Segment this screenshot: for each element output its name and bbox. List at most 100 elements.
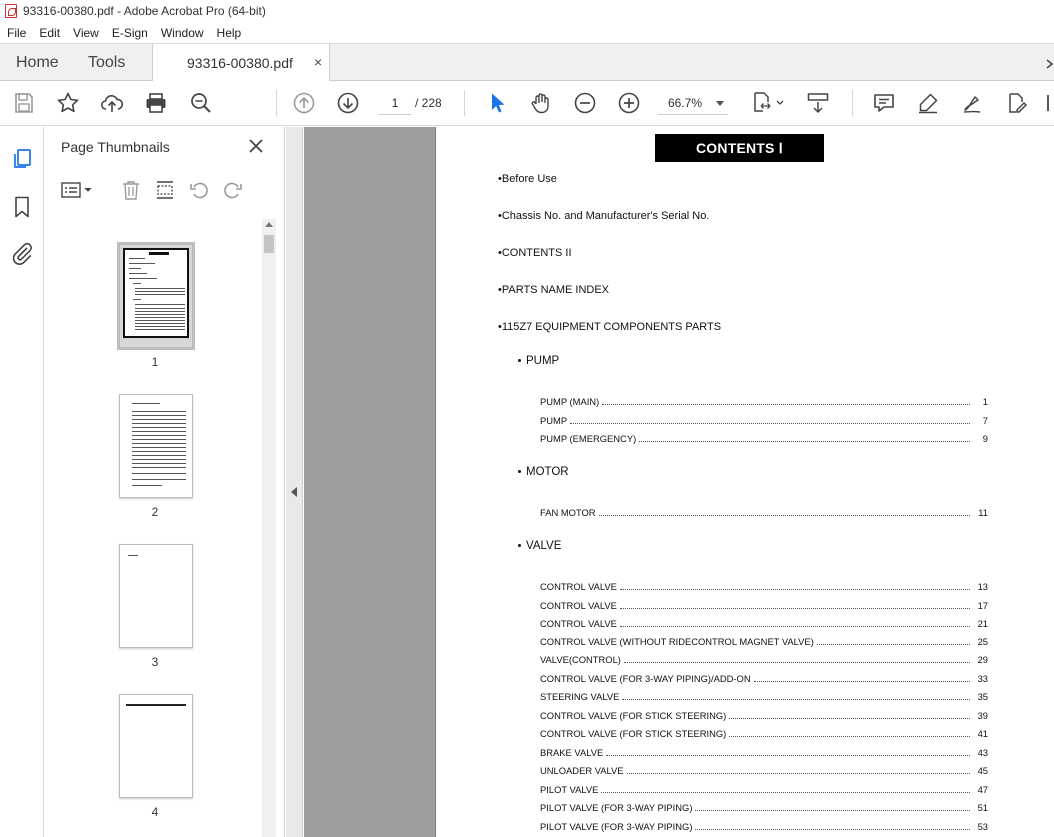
thumbnail-options-icon[interactable] [59,179,93,201]
thumbnail-label-4: 4 [151,805,159,819]
toc-section-heading: PUMP [518,355,559,367]
section-name: MOTOR [526,466,569,478]
toc-entry: CONTROL VALVE 21 [540,618,988,629]
toc-entry: PUMP (MAIN) 1 [540,396,988,407]
toc-entry: STEERING VALVE 35 [540,691,988,702]
scroll-up-icon[interactable] [265,222,273,227]
attachments-paperclip-icon[interactable] [10,241,34,265]
toolbar-separator [464,90,465,116]
toc-entry: PILOT VALVE (FOR 3-WAY PIPING) 53 [540,821,988,832]
toc-section-heading: MOTOR [518,466,569,478]
sign-pen-icon[interactable] [960,91,984,115]
delete-page-icon[interactable] [120,179,142,201]
tab-document-label: 93316-00380.pdf [187,55,293,71]
thumbnail-page-2[interactable] [119,394,193,498]
find-text-icon[interactable] [189,91,213,115]
toc-top-item: •PARTS NAME INDEX [498,284,610,296]
toc-entry: PILOT VALVE (FOR 3-WAY PIPING) 51 [540,802,988,813]
section-name: VALVE [526,540,562,552]
tab-home[interactable]: Home [16,54,59,72]
pdf-file-icon [5,4,17,18]
scrollbar-thumb[interactable] [264,235,274,253]
print-icon[interactable] [144,91,168,115]
chevron-down-icon [716,101,724,106]
thumbnail-page-4[interactable] [119,694,193,798]
tab-close-icon[interactable]: × [314,54,322,70]
toc-top-item: •Chassis No. and Manufacturer's Serial N… [498,210,710,222]
toc-entry: CONTROL VALVE (FOR 3-WAY PIPING)/ADD-ON 3… [540,673,988,684]
next-page-icon[interactable] [336,91,360,115]
tab-document[interactable]: 93316-00380.pdf × [152,44,330,82]
page-total-label: / 228 [415,96,442,110]
zoom-in-icon[interactable] [617,91,641,115]
page-number-input[interactable]: 1 [379,91,411,115]
menu-help[interactable]: Help [210,26,248,40]
toc-entry: BRAKE VALVE 43 [540,747,988,758]
toc-entry: CONTROL VALVE (FOR STICK STEERING) 41 [540,728,988,739]
toc-section-heading: VALVE [518,540,561,552]
collapse-left-icon [291,487,297,497]
toc-entry: PILOT VALVE 47 [540,784,988,795]
toc-entry: UNLOADER VALVE 45 [540,765,988,776]
select-cursor-icon[interactable] [486,91,510,115]
menu-file[interactable]: File [0,26,32,40]
highlight-pen-icon[interactable] [916,91,940,115]
page-thumbnails-panel: Page Thumbnails 1 2 3 4 [45,127,285,837]
bullet-dot [518,470,521,474]
insert-page-icon[interactable] [154,179,176,201]
hand-tool-icon[interactable] [529,91,553,115]
toc-top-item: •Before Use [498,173,557,185]
tab-bar: Home Tools 93316-00380.pdf × [0,43,1054,82]
zoom-out-icon[interactable] [573,91,597,115]
panel-collapse-handle[interactable] [286,127,303,837]
bookmark-star-icon[interactable] [56,91,80,115]
toc-entry: FAN MOTOR 11 [540,507,988,518]
toc-top-item: •115Z7 EQUIPMENT COMPONENTS PARTS [498,321,722,333]
thumbnails-scrollbar[interactable] [262,219,276,837]
section-name: PUMP [526,355,560,367]
toolbar-overflow-icon[interactable] [1045,91,1054,115]
toc-entry: CONTROL VALVE 17 [540,600,988,611]
toolbar: 1 / 228 66.7% [0,81,1054,126]
save-icon[interactable] [12,91,36,115]
rotate-counterclockwise-icon[interactable] [188,179,210,201]
page-display-icon[interactable] [752,91,786,115]
contents-heading: CONTENTS Ⅰ [655,134,824,162]
left-nav-rail [0,127,44,837]
menu-edit[interactable]: Edit [32,26,66,40]
toc-entry: CONTROL VALVE 13 [540,581,988,592]
window-title: 93316-00380.pdf - Adobe Acrobat Pro (64-… [23,4,266,18]
pdf-page: CONTENTS Ⅰ •Before Use •Chassis No. and … [435,127,1054,837]
scroll-mode-icon[interactable] [806,91,830,115]
thumbnail-page-3[interactable] [119,544,193,648]
toolbar-separator [852,90,853,116]
fill-sign-icon[interactable] [1004,91,1028,115]
zoom-level-select[interactable]: 66.7% [658,91,728,115]
thumbnail-page-1[interactable] [117,242,195,350]
menu-bar: File Edit View E-Sign Window Help [0,22,1054,43]
panel-title: Page Thumbnails [61,139,170,155]
upload-cloud-icon[interactable] [100,91,124,115]
page-thumbnails-icon[interactable] [10,147,34,171]
toc-entry: CONTROL VALVE (WITHOUT RIDECONTROL MAGNE… [540,636,988,647]
rotate-clockwise-icon[interactable] [222,179,244,201]
toolbar-separator [276,90,277,116]
toc-entry: PUMP (EMERGENCY) 9 [540,433,988,444]
toc-entry: CONTROL VALVE (FOR STICK STEERING) 39 [540,710,988,721]
toc-entry: PUMP 7 [540,415,988,426]
thumbnail-label-1: 1 [151,355,159,369]
toc-entry: VALVE(CONTROL) 29 [540,654,988,665]
tab-tools[interactable]: Tools [88,54,125,72]
menu-window[interactable]: Window [154,26,210,40]
thumbnail-page-content [123,248,189,338]
zoom-level-value: 66.7% [668,96,703,110]
title-bar: 93316-00380.pdf - Adobe Acrobat Pro (64-… [0,0,1054,22]
menu-esign[interactable]: E-Sign [105,26,154,40]
comment-icon[interactable] [872,91,896,115]
tab-scroll-right-icon[interactable] [1046,59,1054,69]
bookmarks-icon[interactable] [10,195,34,219]
close-panel-icon[interactable] [247,137,265,155]
menu-view[interactable]: View [66,26,105,40]
previous-page-icon[interactable] [292,91,316,115]
document-viewport[interactable]: CONTENTS Ⅰ •Before Use •Chassis No. and … [304,127,1054,837]
